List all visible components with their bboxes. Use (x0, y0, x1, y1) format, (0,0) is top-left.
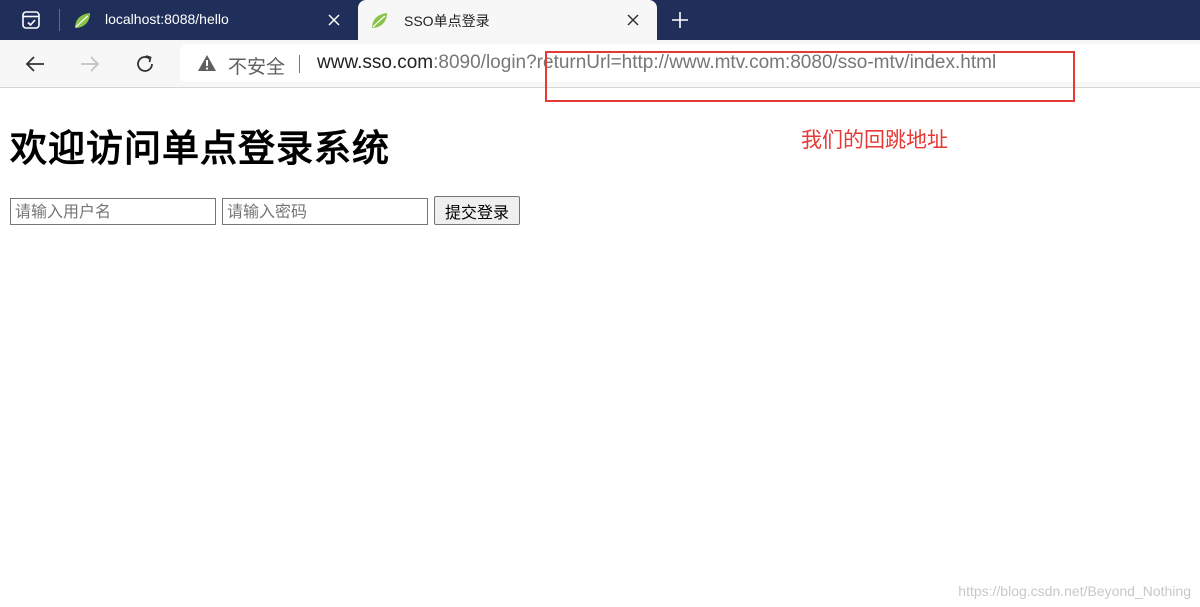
warning-triangle-icon[interactable] (197, 54, 217, 72)
url-host: www.sso.com (317, 52, 434, 73)
tab-title: SSO单点登录 (404, 13, 490, 29)
forward-arrow-icon[interactable] (76, 50, 104, 78)
back-arrow-icon[interactable] (21, 50, 49, 78)
plus-icon[interactable] (668, 8, 692, 32)
close-icon[interactable] (625, 12, 641, 28)
spring-leaf-icon (72, 11, 92, 31)
username-input[interactable] (10, 198, 216, 225)
tab-strip: localhost:8088/hello SSO单点登录 (0, 0, 1200, 40)
tab-title: localhost:8088/hello (105, 11, 229, 27)
reload-icon[interactable] (131, 50, 159, 78)
return-url-highlight (545, 51, 1075, 102)
annotation-label: 我们的回跳地址 (801, 128, 948, 152)
tab-actions-icon[interactable] (10, 7, 52, 33)
tab-localhost[interactable]: localhost:8088/hello (60, 0, 358, 40)
password-input[interactable] (222, 198, 428, 225)
close-icon[interactable] (326, 12, 342, 28)
separator (299, 55, 300, 73)
page-title: 欢迎访问单点登录系统 (10, 127, 390, 170)
spring-leaf-icon (369, 11, 389, 31)
tab-sso-login[interactable]: SSO单点登录 (358, 0, 657, 40)
submit-login-button[interactable]: 提交登录 (434, 196, 520, 225)
security-label[interactable]: 不安全 (228, 52, 285, 79)
watermark: https://blog.csdn.net/Beyond_Nothing (958, 583, 1191, 599)
